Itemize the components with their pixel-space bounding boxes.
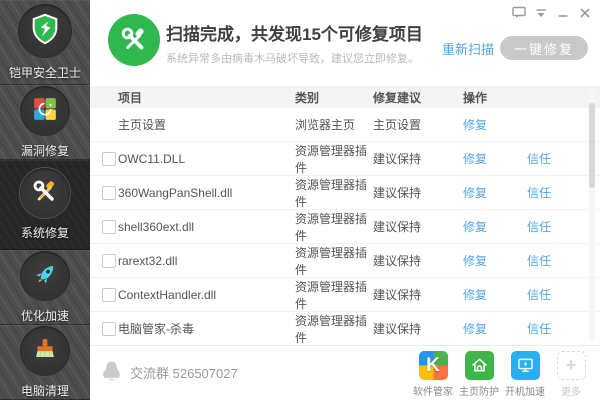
item-category: 浏览器主页 (295, 118, 356, 132)
shield-icon (28, 12, 62, 49)
main-panel: 扫描完成，共发现15个可修复项目 系统异常多由病毒木马破坏导致，建议您立即修复。… (90, 0, 600, 400)
item-suggestion: 建议保持 (373, 152, 422, 166)
fix-all-button[interactable]: 一键修复 (500, 36, 588, 60)
row-checkbox[interactable] (102, 220, 116, 234)
item-suggestion: 建议保持 (373, 322, 422, 336)
col-category: 类别 (295, 90, 320, 105)
item-name: 360WangPanShell.dll (118, 185, 233, 200)
shortcut-more[interactable]: + 更多 (548, 351, 594, 398)
row-checkbox[interactable] (102, 254, 116, 268)
tools-icon (31, 178, 59, 209)
row-checkbox[interactable] (102, 288, 116, 302)
item-suggestion: 建议保持 (373, 186, 422, 200)
windows-update-icon (32, 96, 58, 125)
item-name: ContextHandler.dll (118, 287, 217, 302)
sidebar: 铠甲安全卫士 漏洞修复 系统修复 优化加速 电脑清理 (0, 0, 90, 400)
trust-link[interactable]: 信任 (527, 184, 551, 201)
fix-link[interactable]: 修复 (463, 184, 487, 201)
trust-link[interactable]: 信任 (527, 252, 551, 269)
app-logo: 铠甲安全卫士 (0, 0, 90, 85)
qq-group: 交流群 526507027 (101, 360, 238, 385)
more-plus-icon: + (556, 351, 586, 380)
table-header: 项目 类别 修复建议 操作 (90, 86, 600, 108)
shortcut-software-manager[interactable]: K 软件管家 (410, 351, 456, 398)
rescan-link[interactable]: 重新扫描 (442, 39, 494, 58)
sidebar-item-pc-cleanup[interactable]: 电脑清理 (0, 325, 90, 400)
qq-penguin-icon (101, 360, 122, 385)
fix-link[interactable]: 修复 (463, 116, 487, 133)
item-suggestion: 建议保持 (373, 288, 422, 302)
fix-link[interactable]: 修复 (463, 218, 487, 235)
shortcut-boot-speedup[interactable]: 开机加速 (502, 351, 548, 398)
shortcut-homepage-protection[interactable]: 主页防护 (456, 351, 502, 398)
item-name: 主页设置 (118, 118, 167, 132)
item-name: 电脑管家-杀毒 (118, 322, 194, 336)
close-icon[interactable] (577, 6, 592, 19)
trust-link[interactable]: 信任 (527, 320, 551, 337)
item-suggestion: 建议保持 (373, 220, 422, 234)
footer-bar: 交流群 526507027 K 软件管家 主页防护 开机加速 + 更多 (90, 345, 600, 400)
table-body: 主页设置 浏览器主页 主页设置 修复 OWC11.DLL 资源管理器插件 建议保… (90, 108, 600, 346)
scan-title: 扫描完成，共发现15个可修复项目 (166, 25, 423, 44)
k-app-icon: K (418, 351, 448, 380)
table-row: OWC11.DLL 资源管理器插件 建议保持 修复 信任 (90, 142, 600, 176)
item-category: 资源管理器插件 (295, 211, 368, 243)
trust-link[interactable]: 信任 (527, 286, 551, 303)
item-name: shell360ext.dll (118, 219, 195, 234)
table-row: 主页设置 浏览器主页 主页设置 修复 (90, 108, 600, 142)
item-suggestion: 建议保持 (373, 254, 422, 268)
fix-link[interactable]: 修复 (463, 252, 487, 269)
minimize-icon[interactable] (555, 6, 570, 19)
sidebar-item-optimize-speedup[interactable]: 优化加速 (0, 250, 90, 325)
app-name: 铠甲安全卫士 (8, 65, 81, 80)
col-item: 项目 (118, 90, 143, 105)
col-action: 操作 (463, 90, 488, 105)
item-category: 资源管理器插件 (295, 313, 368, 345)
trust-link[interactable]: 信任 (527, 218, 551, 235)
table-row: ContextHandler.dll 资源管理器插件 建议保持 修复 信任 (90, 278, 600, 312)
group-number: 526507027 (172, 366, 238, 381)
group-label: 交流群 (130, 366, 170, 381)
trust-link[interactable]: 信任 (527, 150, 551, 167)
scan-subtitle: 系统异常多由病毒木马破坏导致，建议您立即修复。 (166, 53, 419, 65)
scrollbar-thumb[interactable] (589, 103, 595, 188)
item-suggestion: 主页设置 (373, 118, 422, 132)
row-checkbox[interactable] (102, 152, 116, 166)
item-name: OWC11.DLL (118, 151, 186, 166)
footer-shortcuts: K 软件管家 主页防护 开机加速 + 更多 (410, 351, 594, 398)
item-category: 资源管理器插件 (295, 279, 368, 311)
fix-link[interactable]: 修复 (463, 320, 487, 337)
table-row: 电脑管家-杀毒 资源管理器插件 建议保持 修复 信任 (90, 312, 600, 346)
app-logo-circle (17, 2, 73, 59)
rocket-icon (32, 261, 59, 291)
item-category: 资源管理器插件 (295, 143, 368, 175)
fix-link[interactable]: 修复 (463, 286, 487, 303)
home-shield-icon (464, 351, 494, 380)
item-category: 资源管理器插件 (295, 177, 368, 209)
brush-icon (32, 337, 58, 366)
table-row: 360WangPanShell.dll 资源管理器插件 建议保持 修复 信任 (90, 176, 600, 210)
sidebar-item-system-repair[interactable]: 系统修复 (0, 159, 90, 250)
feedback-icon[interactable] (511, 6, 526, 19)
item-category: 资源管理器插件 (295, 245, 368, 277)
table-row: shell360ext.dll 资源管理器插件 建议保持 修复 信任 (90, 210, 600, 244)
row-checkbox[interactable] (102, 322, 116, 336)
row-checkbox[interactable] (102, 186, 116, 200)
table-row: rarext32.dll 资源管理器插件 建议保持 修复 信任 (90, 244, 600, 278)
menu-dropdown-icon[interactable] (533, 6, 548, 19)
item-name: rarext32.dll (118, 253, 178, 268)
scan-tools-icon (108, 14, 160, 66)
col-suggestion: 修复建议 (373, 90, 422, 105)
fix-link[interactable]: 修复 (463, 150, 487, 167)
boot-speed-icon (510, 351, 540, 380)
window-controls (511, 6, 592, 19)
sidebar-item-vulnerability-repair[interactable]: 漏洞修复 (0, 84, 90, 160)
